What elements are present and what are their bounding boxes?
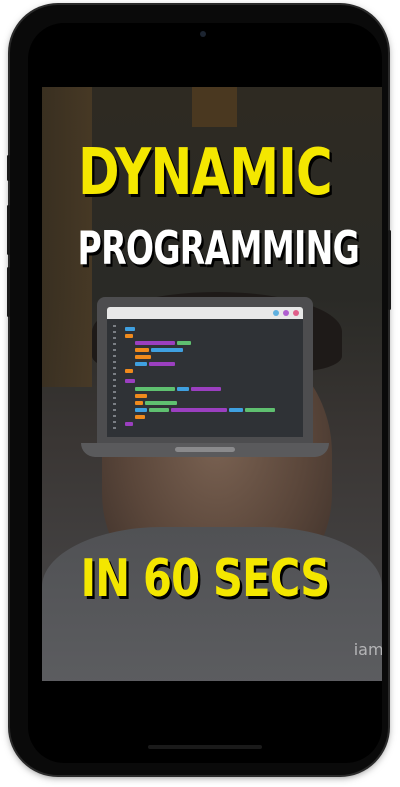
front-camera-icon [200,31,206,37]
code-line [151,348,183,352]
laptop-lid [97,297,313,445]
code-line [135,415,145,419]
window-dot-pink-icon [293,310,299,316]
subtitle: IN 60 SECS [80,549,331,609]
code-line [135,348,149,352]
code-editor-area [107,319,303,437]
phone-frame: iaml DYNAMIC PROGRAMMING [7,5,391,775]
code-line [177,341,191,345]
title-line-2: PROGRAMMING [77,221,360,275]
code-line [171,408,227,412]
code-line [125,334,133,338]
volume-up-button [7,205,10,255]
code-line [125,369,133,373]
code-line [149,408,169,412]
code-line [135,362,147,366]
code-line [135,355,151,359]
phone-screen: iaml DYNAMIC PROGRAMMING [28,23,382,763]
code-line [135,408,147,412]
notch [138,23,276,49]
code-line [125,327,135,331]
volume-down-button [7,267,10,317]
title-line-1: DYNAMIC [78,136,333,210]
code-line [135,401,143,405]
code-line [135,387,175,391]
code-line [229,408,243,412]
mute-switch [7,155,10,181]
code-line [135,341,175,345]
laptop-touchpad [175,447,235,452]
laptop-code-icon [81,297,329,465]
code-line [149,362,175,366]
code-line [177,387,189,391]
code-line [135,394,147,398]
code-line [125,379,135,383]
code-line [191,387,221,391]
window-dot-purple-icon [283,310,289,316]
code-line [125,422,133,426]
code-line [145,401,177,405]
background-shelf [192,87,237,127]
browser-title-bar [107,307,303,319]
line-number-gutter [113,325,116,431]
window-dot-blue-icon [273,310,279,316]
home-indicator[interactable] [148,745,262,749]
watermark-text: iaml [353,640,382,659]
power-button [388,230,391,310]
code-line [245,408,275,412]
